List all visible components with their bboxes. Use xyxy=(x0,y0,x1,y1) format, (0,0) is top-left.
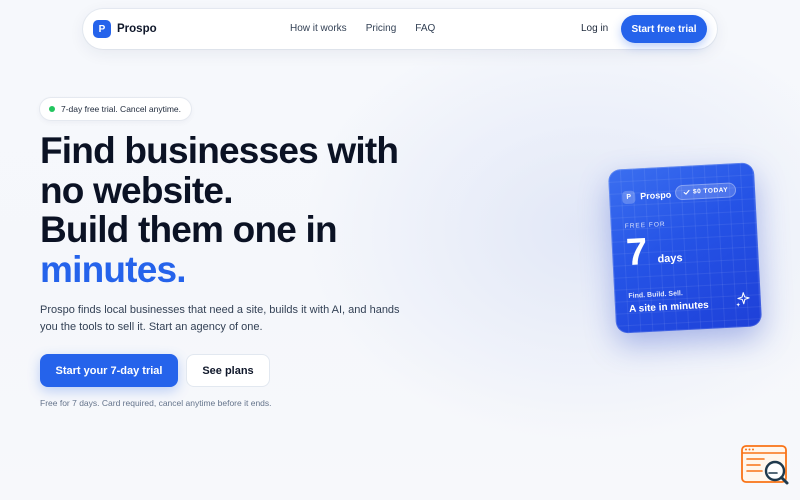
start-trial-button[interactable]: Start your 7-day trial xyxy=(40,354,178,387)
hero-headline: Find businesses with no website. Build t… xyxy=(40,131,440,289)
price-badge-text: $0 TODAY xyxy=(692,186,729,196)
trial-fineprint: Free for 7 days. Card required, cancel a… xyxy=(40,398,272,408)
brand-logo-icon: P xyxy=(93,20,111,38)
brand[interactable]: P Prospo xyxy=(93,20,157,38)
card-brand: Prospo xyxy=(639,189,672,202)
hero-subtext: Prospo finds local businesses that need … xyxy=(40,304,400,333)
trial-pill-text: 7-day free trial. Cancel anytime. xyxy=(61,104,181,114)
start-free-trial-button[interactable]: Start free trial xyxy=(621,15,707,43)
search-chat-icon[interactable] xyxy=(740,444,792,490)
sparkle-icon xyxy=(736,292,750,307)
see-plans-button[interactable]: See plans xyxy=(186,354,270,387)
headline-line-3: Build them one in xyxy=(40,209,338,250)
promo-card: P Prospo $0 TODAY FREE FOR 7 days Find. … xyxy=(607,162,763,334)
login-link[interactable]: Log in xyxy=(581,23,608,34)
nav-link-pricing[interactable]: Pricing xyxy=(366,23,397,34)
nav-link-how-it-works[interactable]: How it works xyxy=(290,23,347,34)
card-logo-icon: P xyxy=(621,190,636,205)
top-navbar: P Prospo How it works Pricing FAQ Log in… xyxy=(83,9,717,49)
brand-name: Prospo xyxy=(117,23,157,35)
trial-days-number: 7 xyxy=(625,231,649,275)
promo-card-body: P Prospo $0 TODAY FREE FOR 7 days Find. … xyxy=(607,162,763,334)
price-badge: $0 TODAY xyxy=(674,182,737,201)
status-dot-icon xyxy=(49,106,55,112)
headline-line-2: no website. xyxy=(40,169,233,211)
trial-pill: 7-day free trial. Cancel anytime. xyxy=(40,98,191,120)
nav-link-faq[interactable]: FAQ xyxy=(415,23,435,34)
headline-line-1: Find businesses with xyxy=(40,130,399,171)
nav-links: How it works Pricing FAQ xyxy=(290,23,435,34)
headline-accent: minutes. xyxy=(40,248,187,290)
check-icon xyxy=(683,189,690,195)
trial-days-unit: days xyxy=(657,252,683,266)
